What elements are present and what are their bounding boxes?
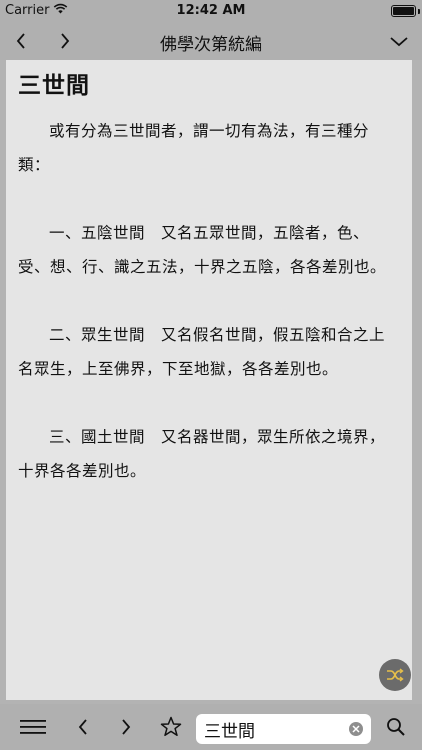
status-time: 12:42 AM	[176, 3, 246, 18]
menu-button[interactable]	[18, 712, 48, 742]
menu-icon	[20, 720, 46, 734]
forward-button[interactable]	[50, 26, 80, 56]
article-paragraph: 一、五陰世間 又名五眾世間，五陰者，色、受、想、行、識之五法，十界之五陰，各各差…	[18, 224, 387, 276]
page-title: 佛學次第統編	[160, 35, 262, 55]
article-paragraph: 二、眾生世間 又名假名世間，假五陰和合之上名眾生，上至佛界，下至地獄，各各差別也…	[18, 326, 386, 378]
search-box	[196, 714, 371, 744]
battery-icon	[391, 5, 416, 17]
favorite-button[interactable]	[156, 712, 186, 742]
clear-search-button[interactable]	[349, 722, 363, 736]
search-button[interactable]	[381, 712, 411, 742]
chevron-left-icon	[78, 719, 87, 735]
clear-icon	[352, 725, 360, 733]
chevron-down-icon	[390, 37, 408, 47]
star-icon	[160, 716, 182, 737]
article-heading: 三世間	[18, 73, 90, 99]
battery-tip	[418, 9, 420, 14]
article-paragraph: 或有分為三世間者，謂一切有為法，有三種分類：	[18, 122, 370, 174]
shuffle-icon	[387, 668, 404, 682]
search-icon	[387, 718, 405, 736]
chevron-left-icon	[16, 33, 25, 49]
next-result-button[interactable]	[111, 712, 141, 742]
article-paragraph: 三、國土世間 又名器世間，眾生所依之境界，十界各各差別也。	[18, 428, 386, 480]
search-input[interactable]	[204, 717, 344, 741]
article-content[interactable]: 三世間 或有分為三世間者，謂一切有為法，有三種分類： 一、五陰世間 又名五眾世間…	[6, 60, 412, 700]
prev-result-button[interactable]	[68, 712, 98, 742]
bottom-toolbar	[0, 704, 422, 750]
nav-bar: 佛學次第統編	[0, 22, 422, 60]
dropdown-button[interactable]	[384, 26, 414, 56]
chevron-right-icon	[61, 33, 70, 49]
chevron-right-icon	[122, 719, 131, 735]
back-button[interactable]	[6, 26, 36, 56]
status-bar: Carrier 12:42 AM	[0, 0, 422, 22]
random-article-button[interactable]	[379, 659, 411, 691]
